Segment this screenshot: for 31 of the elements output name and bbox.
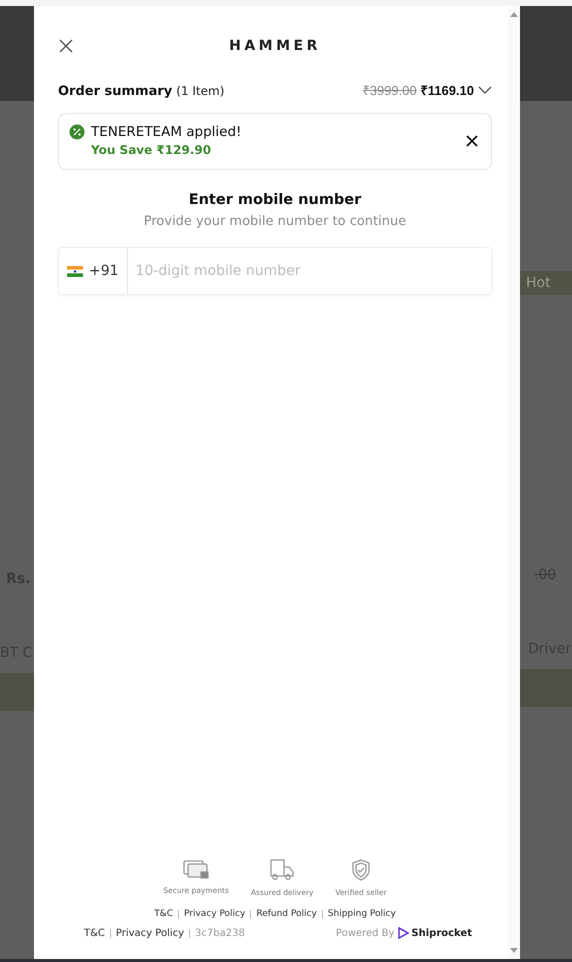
section-heading: Enter mobile number	[188, 192, 362, 208]
phone-field[interactable]: +91 10-digit mobile number	[58, 247, 492, 295]
policy-link[interactable]: Privacy Policy	[116, 928, 184, 938]
close-button[interactable]	[58, 38, 74, 54]
discount-icon	[69, 124, 85, 140]
section-subheading: Provide your mobile number to continue	[142, 214, 408, 229]
build-id: 3c7ba238	[195, 928, 245, 938]
savings-text: You Save ₹129.90	[91, 143, 212, 157]
shield-icon	[350, 858, 372, 882]
item-count: (1 Item)	[176, 84, 224, 98]
powered-by-text: Powered By	[336, 928, 394, 938]
scroll-down-icon[interactable]	[510, 948, 518, 953]
country-code: +91	[89, 263, 119, 279]
policy-link[interactable]: Privacy Policy	[184, 909, 246, 919]
button-background	[520, 669, 572, 707]
order-summary-title: Order summary	[58, 84, 172, 99]
policy-link[interactable]: T&C	[154, 909, 173, 919]
policy-link[interactable]: Refund Policy	[256, 909, 317, 919]
chevron-icon	[478, 84, 492, 94]
order-total-toggle[interactable]: ₹3999.00 ₹1169.10	[362, 80, 492, 98]
hot-badge: Hot	[520, 271, 572, 295]
truck-icon	[269, 858, 296, 882]
brand-logo: HAMMER	[229, 38, 321, 54]
shiprocket-logo: Shiprocket	[398, 927, 472, 939]
policy-link[interactable]: Shipping Policy	[328, 909, 396, 919]
coupon-title: TENERETEAM applied!	[91, 124, 242, 140]
policy-link[interactable]: T&C	[84, 928, 105, 938]
remove-coupon-button[interactable]	[465, 134, 479, 148]
flag-icon	[67, 266, 83, 276]
scroll-up-icon[interactable]	[510, 12, 518, 17]
card-icon	[182, 858, 210, 880]
